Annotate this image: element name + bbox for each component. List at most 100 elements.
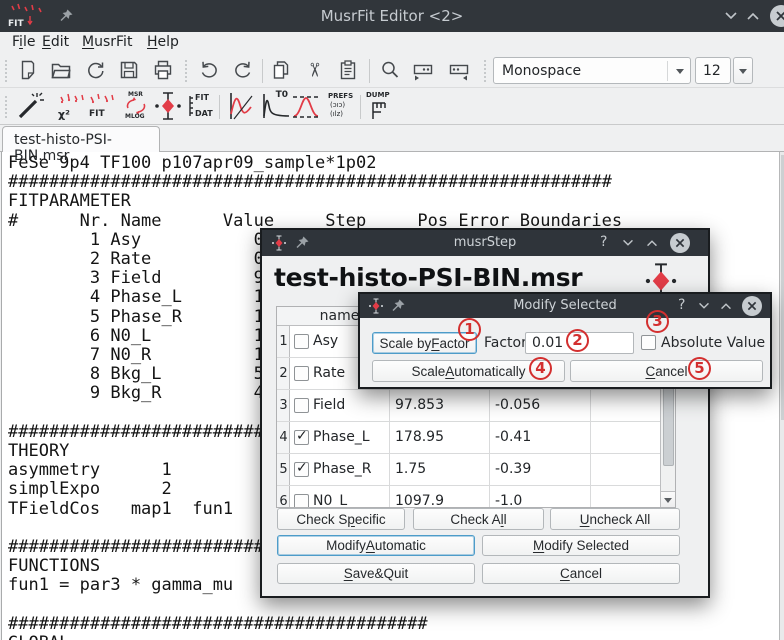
step-cancel-button[interactable]: Cancel xyxy=(482,563,680,584)
menu-bar: File Edit MusrFit Help xyxy=(0,32,784,53)
musrdump-icon[interactable]: DUMP xyxy=(364,90,396,122)
row-checkbox[interactable] xyxy=(294,334,309,349)
window-title: MusrFit Editor <2> xyxy=(0,7,784,25)
row-checkbox[interactable] xyxy=(294,366,309,381)
combo-divider xyxy=(667,61,668,81)
new-file-icon[interactable] xyxy=(16,58,40,82)
row-checkbox[interactable] xyxy=(294,398,309,413)
reload-icon[interactable] xyxy=(83,58,107,82)
musrfit-icon[interactable]: FIT xyxy=(85,90,117,122)
param-name: Phase_L xyxy=(313,429,370,445)
maximize-icon[interactable] xyxy=(718,298,734,314)
toolbar-handle[interactable] xyxy=(184,59,188,83)
menu-musrfit[interactable]: MusrFit xyxy=(82,34,132,50)
uncheck-all-button[interactable]: Uncheck All xyxy=(550,508,680,530)
font-size-field[interactable]: 12 xyxy=(695,57,731,84)
msr2dat-icon[interactable]: FIT DAT xyxy=(185,90,217,122)
row-checkbox[interactable] xyxy=(294,494,309,508)
modify-automatic-button[interactable]: Modify Automatic xyxy=(277,535,475,556)
musrwiz-icon[interactable] xyxy=(13,90,45,122)
scroll-down-button[interactable] xyxy=(661,491,675,507)
param-value: 178.95 xyxy=(395,429,444,445)
musrt0-icon[interactable]: T0 xyxy=(258,90,290,122)
musrfit-editor-window: FIT MusrFit Editor <2> File Edit MusrFit… xyxy=(0,0,784,640)
find-previous-icon[interactable] xyxy=(447,58,471,82)
row-checkbox-checked[interactable]: ✓ xyxy=(294,430,309,445)
table-row[interactable]: 6 N0_L 1097.9 -1.0 xyxy=(277,486,675,508)
maximize-icon[interactable] xyxy=(644,235,660,251)
window-titlebar: FIT MusrFit Editor <2> xyxy=(0,0,784,32)
row-number: 4 xyxy=(277,430,290,445)
annotation-circle-5: 5 xyxy=(688,357,711,380)
musrstep-titlebar: musrStep ? xyxy=(262,230,708,256)
check-all-button[interactable]: Check All xyxy=(413,508,544,530)
row-number: 5 xyxy=(277,462,290,477)
annotation-circle-4: 4 xyxy=(529,357,552,380)
help-icon[interactable]: ? xyxy=(678,297,685,313)
save-icon[interactable] xyxy=(117,58,141,82)
maximize-icon[interactable] xyxy=(744,7,762,25)
font-size-dropdown-button[interactable] xyxy=(733,57,753,84)
menu-help[interactable]: Help xyxy=(147,34,179,50)
annotation-circle-3: 3 xyxy=(646,310,669,333)
musrstep-title: musrStep xyxy=(262,235,708,250)
toolbar-separator xyxy=(360,95,361,119)
close-icon[interactable] xyxy=(670,233,690,253)
param-name: Asy xyxy=(313,333,338,349)
help-icon[interactable]: ? xyxy=(600,234,607,250)
table-row[interactable]: 4 ✓ Phase_L 178.95 -0.41 xyxy=(277,422,675,454)
undo-icon[interactable] xyxy=(197,58,221,82)
modify-cancel-button[interactable]: Cancel xyxy=(570,360,763,382)
table-row[interactable]: 3 Field 97.853 -0.056 xyxy=(277,390,675,422)
minimize-icon[interactable] xyxy=(722,7,740,25)
modify-selected-button[interactable]: Modify Selected xyxy=(482,535,680,556)
paste-icon[interactable] xyxy=(336,58,360,82)
arrow-down-icon xyxy=(664,498,672,503)
toolbar-handle[interactable] xyxy=(4,59,8,83)
menu-edit[interactable]: Edit xyxy=(42,34,69,50)
msr2mlog-icon[interactable]: MSR MLOG xyxy=(120,90,152,122)
editor-scrollbar[interactable] xyxy=(779,152,784,640)
plot-icon[interactable] xyxy=(225,90,257,122)
copy-icon[interactable] xyxy=(269,58,293,82)
toolbar-handle[interactable] xyxy=(483,59,487,83)
table-row[interactable]: 5 ✓ Phase_R 1.75 -0.39 xyxy=(277,454,675,486)
calc-chisq-icon[interactable]: χ² xyxy=(55,90,87,122)
cut-icon[interactable]: ✂ xyxy=(302,58,326,82)
row-number: 2 xyxy=(277,366,290,381)
musrstep-dialog: musrStep ? test-histo-PSI-BIN.msr name xyxy=(260,228,710,598)
toolbar-separator xyxy=(219,95,220,119)
print-icon[interactable] xyxy=(151,58,175,82)
row-checkbox-checked[interactable]: ✓ xyxy=(294,462,309,477)
toolbar-handle[interactable] xyxy=(4,95,8,119)
redo-icon[interactable] xyxy=(231,58,255,82)
absolute-value-checkbox[interactable] xyxy=(641,335,656,350)
musrprefs-icon[interactable]: PREFS (ɔıɔ) (ılz) xyxy=(326,90,358,122)
musrview-icon[interactable] xyxy=(152,90,184,122)
fourier-icon[interactable] xyxy=(290,90,322,122)
toolbar-separator xyxy=(262,59,263,83)
minimize-icon[interactable] xyxy=(696,298,712,314)
minimize-icon[interactable] xyxy=(620,235,636,251)
row-number: 6 xyxy=(277,494,290,508)
checkmark: ✓ xyxy=(296,428,308,444)
param-name: N0_L xyxy=(313,493,347,508)
check-specific-button[interactable]: Check Specific xyxy=(277,508,405,530)
find-next-icon[interactable] xyxy=(411,58,435,82)
param-value: 97.853 xyxy=(395,397,444,413)
close-icon[interactable] xyxy=(742,296,762,316)
param-name: Rate xyxy=(313,365,345,381)
toolbar-separator xyxy=(369,59,370,83)
close-icon[interactable] xyxy=(770,5,784,27)
factor-label: Factor xyxy=(484,335,527,351)
font-family-select[interactable]: Monospace xyxy=(493,57,691,84)
tab-test-histo-psi-bin[interactable]: test-histo-PSI-BIN.msr xyxy=(2,126,160,152)
save-quit-button[interactable]: Save&Quit xyxy=(277,563,475,584)
param-name: Phase_R xyxy=(313,461,372,477)
open-file-icon[interactable] xyxy=(49,58,73,82)
param-name: Field xyxy=(313,397,345,413)
tab-bar: test-histo-PSI-BIN.msr xyxy=(0,125,784,152)
menu-file[interactable]: File xyxy=(12,34,35,50)
search-icon[interactable] xyxy=(378,58,402,82)
annotation-circle-1: 1 xyxy=(458,318,481,341)
